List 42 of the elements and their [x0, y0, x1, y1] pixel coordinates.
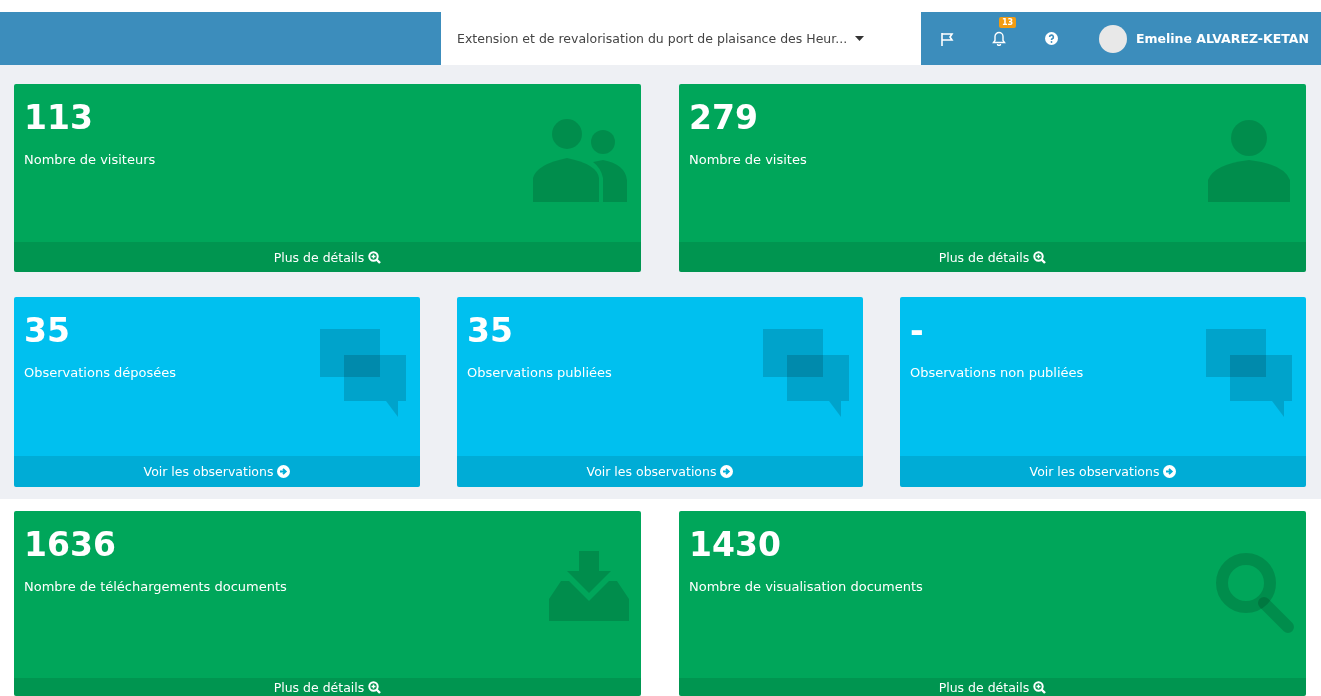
notification-count: 13	[999, 17, 1017, 28]
search-icon	[1214, 551, 1294, 635]
project-select[interactable]: Extension et de revalorisation du port de plaisance des Heur...	[441, 12, 921, 65]
help-icon	[1044, 32, 1058, 45]
arrow-circle-icon	[277, 465, 291, 478]
notifications-button[interactable]: 13	[973, 12, 1025, 65]
stat-label: Observations publiées	[467, 365, 612, 380]
stat-value: 113	[24, 98, 93, 138]
details-link[interactable]: Voir les observations	[457, 456, 863, 487]
download-tray-icon	[549, 551, 629, 621]
bell-icon	[992, 31, 1006, 46]
stat-value: 35	[24, 311, 70, 351]
chat-bubbles-icon	[318, 327, 408, 417]
user-name[interactable]: Emeline ALVAREZ-KETAN	[1136, 31, 1309, 46]
zoom-in-icon	[368, 680, 382, 694]
details-link[interactable]: Plus de détails	[679, 678, 1306, 696]
stat-label: Nombre de téléchargements documents	[24, 579, 287, 594]
stat-label: Observations non publiées	[910, 365, 1084, 380]
zoom-in-icon	[1033, 250, 1047, 264]
details-link[interactable]: Plus de détails	[14, 242, 641, 272]
stat-value: 1430	[689, 525, 781, 565]
details-link[interactable]: Plus de détails	[14, 678, 641, 696]
details-link[interactable]: Voir les observations	[14, 456, 420, 487]
caret-icon	[855, 36, 865, 41]
stat-value: 1636	[24, 525, 116, 565]
arrow-circle-icon	[720, 465, 734, 478]
stat-label: Nombre de visiteurs	[24, 152, 156, 167]
stat-value: 35	[467, 311, 513, 351]
flag-icon	[940, 31, 954, 46]
stat-value: -	[910, 311, 924, 351]
stat-label: Observations déposées	[24, 365, 177, 380]
zoom-in-icon	[1033, 680, 1047, 694]
arrow-circle-icon	[1163, 465, 1177, 478]
zoom-in-icon	[368, 250, 382, 264]
stat-label: Nombre de visualisation documents	[689, 579, 923, 594]
details-link[interactable]: Plus de détails	[679, 242, 1306, 272]
chat-bubbles-icon	[761, 327, 851, 417]
user-avatar[interactable]	[1099, 24, 1127, 53]
stat-label: Nombre de visites	[689, 152, 807, 167]
chat-bubbles-icon	[1204, 327, 1294, 417]
details-link[interactable]: Voir les observations	[900, 456, 1306, 487]
stat-value: 279	[689, 98, 758, 138]
